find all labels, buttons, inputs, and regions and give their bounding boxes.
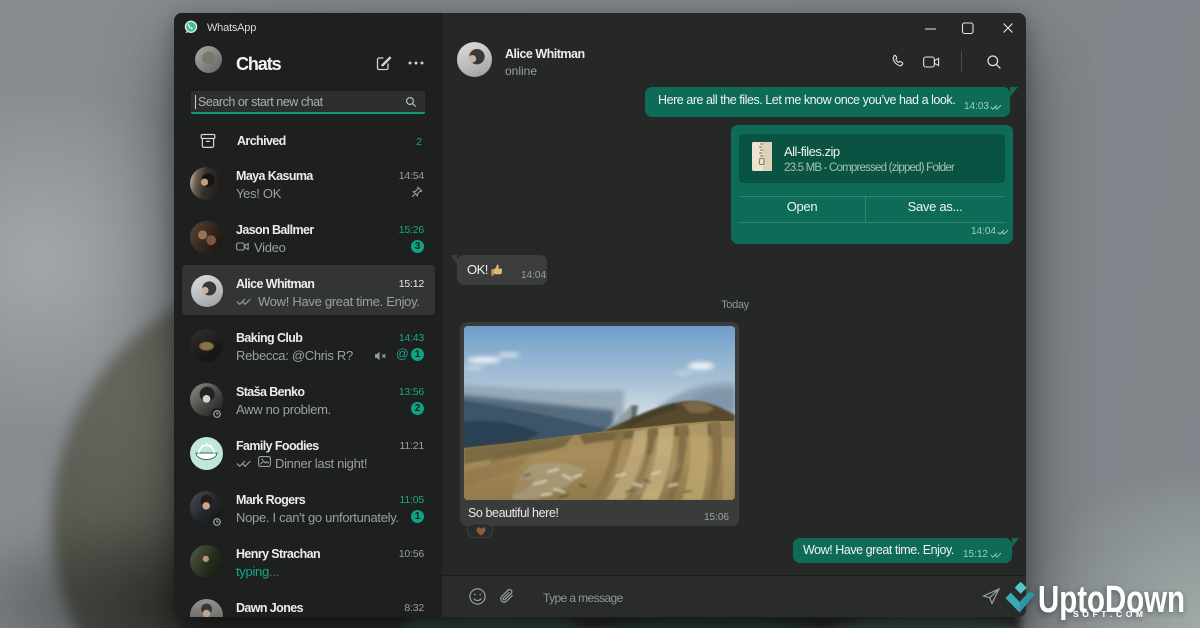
svg-text:S O F T . C O M: S O F T . C O M [1073,609,1143,619]
